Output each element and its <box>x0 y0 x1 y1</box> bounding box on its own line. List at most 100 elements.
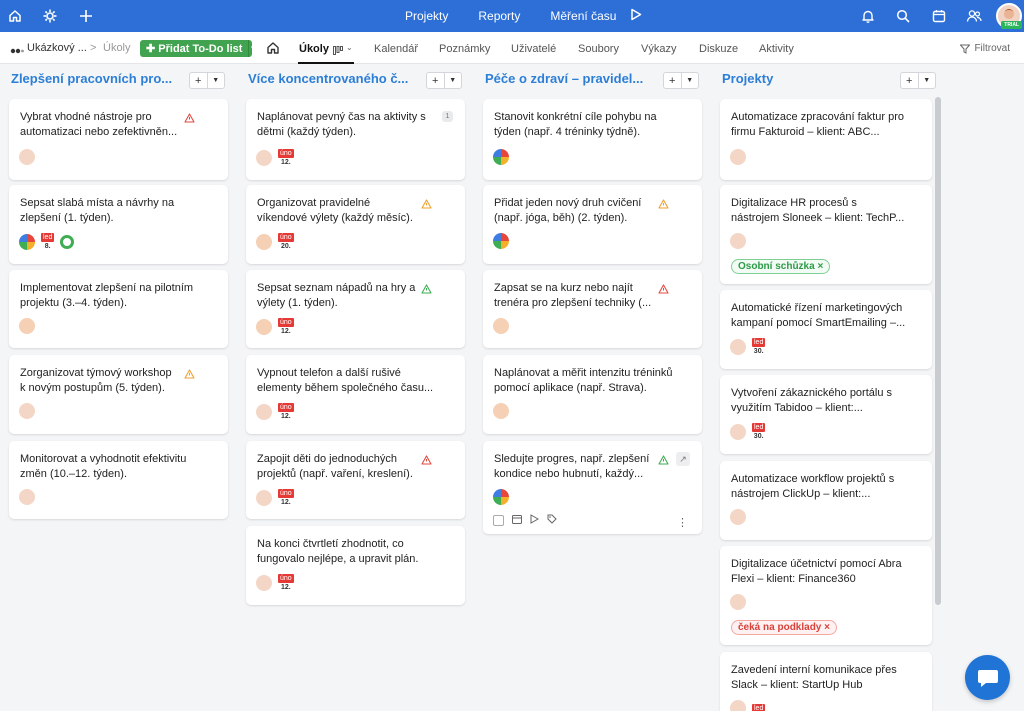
tab-poznamky[interactable]: Poznámky <box>439 43 490 55</box>
task-card[interactable]: Naplánovat pevný čas na aktivity s dětmi … <box>246 99 465 180</box>
chevron-down-icon[interactable]: ▼ <box>680 73 699 88</box>
tab-diskuze[interactable]: Diskuze <box>699 43 738 55</box>
task-card[interactable]: Sepsat slabá místa a návrhy na zlepšení (… <box>9 185 228 264</box>
due-date-badge[interactable]: led <box>752 703 766 711</box>
assignee-avatar[interactable] <box>730 149 746 165</box>
board-view-icon[interactable] <box>333 44 343 58</box>
task-card[interactable]: Automatizace workflow projektů s nástroje… <box>720 461 932 540</box>
assignee-avatar[interactable] <box>19 233 35 250</box>
assignee-avatar[interactable] <box>19 149 35 165</box>
assignee-avatar[interactable] <box>493 403 509 419</box>
chevron-down-icon[interactable]: ⌄ <box>346 43 353 52</box>
chevron-down-icon[interactable]: ▼ <box>443 73 462 88</box>
assignee-avatar[interactable] <box>730 233 746 249</box>
column-title[interactable]: Zlepšení pracovních pro... <box>11 71 172 86</box>
task-card[interactable]: Zavedení interní komunikace přes Slack – … <box>720 652 932 711</box>
home-icon[interactable] <box>6 7 24 25</box>
play-icon[interactable] <box>630 8 642 24</box>
due-date-badge[interactable]: úno 12. <box>278 574 294 591</box>
assignee-avatar[interactable] <box>256 489 272 506</box>
tab-ukoly[interactable]: Úkoly <box>299 43 329 55</box>
column-title[interactable]: Péče o zdraví – pravidel... <box>485 71 643 86</box>
due-date-badge[interactable]: led 8. <box>41 233 55 250</box>
assignee-avatar[interactable] <box>256 233 272 250</box>
assignee-avatar[interactable] <box>256 403 272 420</box>
add-task-button[interactable]: + <box>427 73 444 88</box>
column-title[interactable]: Projekty <box>722 71 773 86</box>
assignee-avatar[interactable] <box>256 318 272 335</box>
due-date-badge[interactable]: úno 20. <box>278 233 294 250</box>
search-icon[interactable] <box>894 7 912 25</box>
add-task-button[interactable]: + <box>190 73 207 88</box>
calendar-icon[interactable] <box>930 7 948 25</box>
nav-reporty[interactable]: Reporty <box>478 9 520 23</box>
filter-button[interactable]: Filtrovat <box>960 43 1010 54</box>
more-menu-icon[interactable]: ⋮ <box>677 518 688 529</box>
task-card[interactable]: Zapojit děti do jednoduchých projektů (na… <box>246 441 465 519</box>
assignee-avatar[interactable] <box>493 489 509 505</box>
due-date-badge[interactable]: úno 12. <box>278 403 294 420</box>
column-title[interactable]: Více koncentrovaného č... <box>248 71 408 86</box>
assignee-avatar[interactable] <box>493 149 509 165</box>
home-icon[interactable] <box>266 41 280 58</box>
assignee-avatar[interactable] <box>256 149 272 166</box>
assignee-avatar[interactable] <box>19 489 35 505</box>
task-card[interactable]: Implementovat zlepšení na pilotním projek… <box>9 270 228 348</box>
tag-icon[interactable] <box>547 513 557 527</box>
plus-icon[interactable] <box>77 7 95 25</box>
close-icon[interactable]: × <box>824 622 830 633</box>
label-tag[interactable]: čeká na podklady × <box>731 620 837 635</box>
assignee-avatar[interactable] <box>730 700 746 711</box>
task-card[interactable]: Zorganizovat týmový workshop k novým post… <box>9 355 228 434</box>
calendar-icon[interactable] <box>512 513 522 527</box>
assignee-avatar[interactable] <box>19 318 35 334</box>
column-scrollbar[interactable] <box>935 97 941 605</box>
open-detail-icon[interactable]: ↗ <box>676 452 690 466</box>
label-tag[interactable]: Osobní schůzka × <box>731 259 831 274</box>
add-task-button[interactable]: + <box>901 73 918 88</box>
task-card[interactable]: Naplánovat a měřit intenzitu tréninků pom… <box>483 355 702 434</box>
due-date-badge[interactable]: led 30. <box>752 423 766 440</box>
task-card[interactable]: Na konci čtvrtletí zhodnotit, co fungoval… <box>246 526 465 605</box>
task-card[interactable]: Monitorovat a vyhodnotit efektivitu změn … <box>9 441 228 519</box>
nav-projekty[interactable]: Projekty <box>405 9 448 23</box>
chevron-down-icon[interactable]: ▼ <box>917 73 936 88</box>
tab-kalendar[interactable]: Kalendář <box>374 43 418 55</box>
task-card[interactable]: Automatizace zpracování faktur pro firmu … <box>720 99 932 180</box>
nav-mereni-casu[interactable]: Měření času <box>550 9 616 23</box>
due-date-badge[interactable]: úno 12. <box>278 489 294 506</box>
task-card[interactable]: Digitalizace účetnictví pomocí Abra Flexi… <box>720 546 932 645</box>
tab-vykazy[interactable]: Výkazy <box>641 43 676 55</box>
tab-uzivatele[interactable]: Uživatelé <box>511 43 556 55</box>
assignee-avatar[interactable] <box>256 574 272 591</box>
task-card[interactable]: Vytvoření zákaznického portálu s využitím… <box>720 375 932 454</box>
tab-aktivity[interactable]: Aktivity <box>759 43 794 55</box>
add-task-button[interactable]: + <box>664 73 681 88</box>
task-card[interactable]: Přidat jeden nový druh cvičení (např. jóg… <box>483 185 702 264</box>
complete-checkbox[interactable] <box>493 514 504 526</box>
task-card[interactable]: Sepsat seznam nápadů na hry a výlety (1. … <box>246 270 465 348</box>
assignee-avatar[interactable] <box>730 594 746 610</box>
task-card[interactable]: Stanovit konkrétní cíle pohybu na týden (… <box>483 99 702 180</box>
chevron-down-icon[interactable]: ▼ <box>248 40 257 57</box>
gear-icon[interactable] <box>41 7 59 25</box>
due-date-badge[interactable]: úno 12. <box>278 318 294 335</box>
close-icon[interactable]: × <box>817 261 823 272</box>
assignee-avatar[interactable] <box>730 509 746 525</box>
task-card[interactable]: Vypnout telefon a další rušivé elementy b… <box>246 355 465 434</box>
task-card[interactable]: Digitalizace HR procesů s nástrojem Slone… <box>720 185 932 284</box>
task-card[interactable]: Sledujte progres, např. zlepšení kondice … <box>483 441 702 534</box>
assignee-avatar[interactable] <box>730 338 746 355</box>
users-icon[interactable] <box>965 7 983 25</box>
assignee-avatar[interactable] <box>493 318 509 334</box>
bell-icon[interactable] <box>859 7 877 25</box>
task-card[interactable]: Automatické řízení marketingových kampaní… <box>720 290 932 369</box>
task-card[interactable]: Organizovat pravidelné víkendové výlety (… <box>246 185 465 264</box>
due-date-badge[interactable]: led 30. <box>752 338 766 355</box>
assignee-avatar[interactable] <box>730 423 746 440</box>
assignee-avatar[interactable] <box>19 403 35 419</box>
assignee-avatar[interactable] <box>493 233 509 249</box>
chevron-down-icon[interactable]: ▼ <box>206 73 225 88</box>
add-todo-list-button[interactable]: ✚ Přidat To-Do list ▼ <box>140 40 257 57</box>
task-card[interactable]: Zapsat se na kurz nebo najít trenéra pro … <box>483 270 702 348</box>
